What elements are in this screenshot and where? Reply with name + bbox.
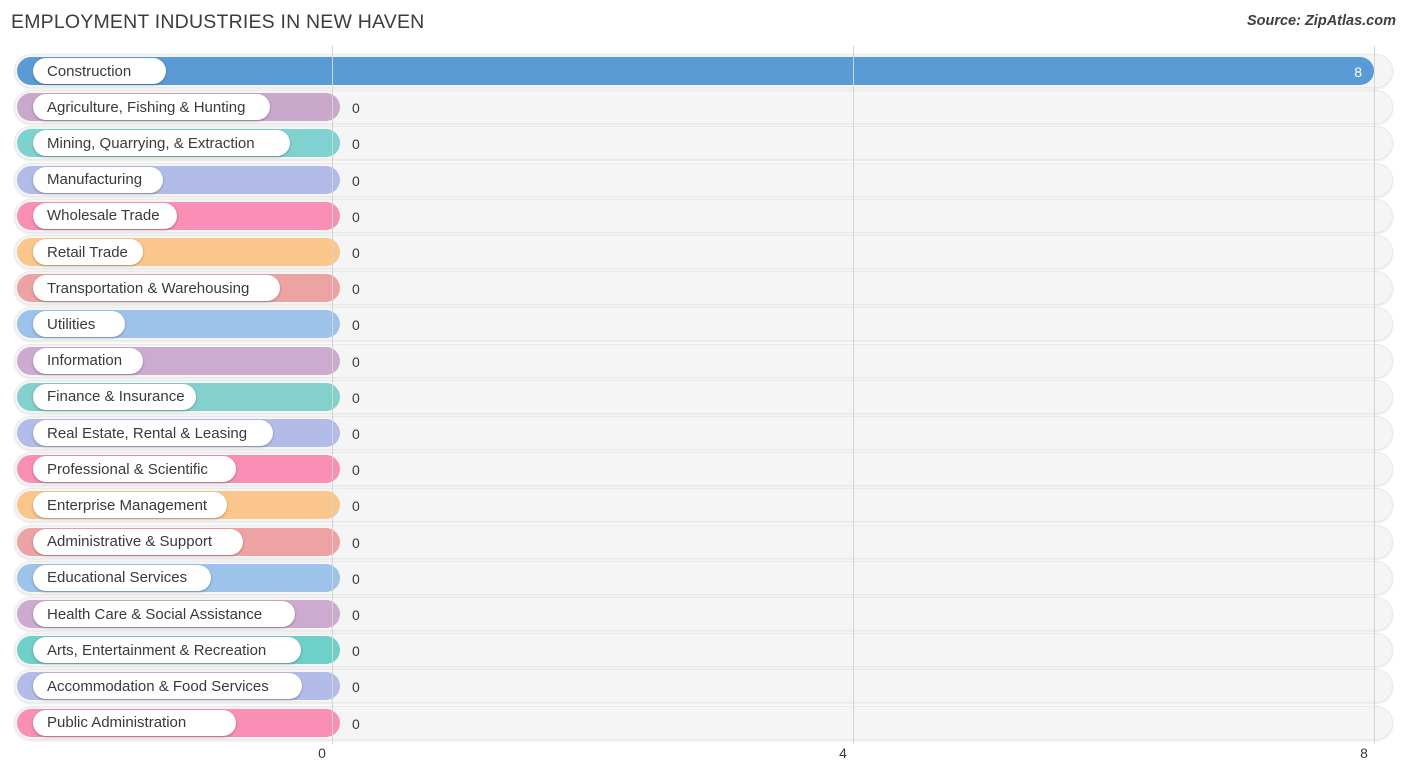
category-label: Utilities xyxy=(47,315,96,333)
category-label-pill: Wholesale Trade xyxy=(33,202,177,229)
bar-value-label: 0 xyxy=(352,172,360,189)
category-label-pill: Accommodation & Food Services xyxy=(33,673,302,700)
category-label-pill: Enterprise Management xyxy=(33,492,227,519)
category-label-pill: Mining, Quarrying, & Extraction xyxy=(33,130,290,157)
category-label-pill: Arts, Entertainment & Recreation xyxy=(33,637,301,664)
category-label-pill: Agriculture, Fishing & Hunting xyxy=(33,94,270,121)
bar-value-label: 0 xyxy=(352,570,360,587)
bar-value-label: 0 xyxy=(352,462,360,479)
chart-row: Public Administration 0 xyxy=(0,705,1406,740)
bar-value-label: 0 xyxy=(352,389,360,406)
bar-value-label: 0 xyxy=(352,607,360,623)
axis-tick-label: 4 xyxy=(839,745,847,761)
category-label: Wholesale Trade xyxy=(47,207,160,225)
chart-row: Transportation & Warehousing 0 xyxy=(0,271,1406,306)
category-label: Professional & Scientific xyxy=(47,460,208,478)
category-label: Agriculture, Fishing & Hunting xyxy=(47,98,246,116)
category-label: Information xyxy=(47,352,123,370)
axis-tick-mark xyxy=(1374,740,1375,744)
category-label: Public Administration xyxy=(47,714,187,732)
bar-value-label: 0 xyxy=(352,208,360,225)
chart-row: Professional & Scientific 0 xyxy=(0,452,1406,487)
category-label: Real Estate, Rental & Leasing xyxy=(47,424,248,442)
chart-row: Health Care & Social Assistance 0 xyxy=(0,597,1406,631)
x-axis: 0 4 8 xyxy=(0,740,1406,776)
axis-tick-mark xyxy=(853,740,854,744)
category-label: Retail Trade xyxy=(47,243,128,261)
category-label-pill: Manufacturing xyxy=(33,166,163,193)
bar-value-label: 8 xyxy=(1354,64,1362,80)
category-label-pill: Information xyxy=(33,347,143,374)
page-title: EMPLOYMENT INDUSTRIES IN NEW HAVEN xyxy=(11,11,425,33)
category-label: Arts, Entertainment & Recreation xyxy=(47,641,267,659)
category-label: Manufacturing xyxy=(47,171,143,189)
bar-value-label: 0 xyxy=(352,679,360,696)
category-label: Mining, Quarrying, & Extraction xyxy=(47,134,255,152)
value-bar xyxy=(17,57,1374,85)
bar-value-label: 0 xyxy=(352,100,360,117)
chart-row: Construction 8 xyxy=(0,54,1406,88)
chart-row: Arts, Entertainment & Recreation 0 xyxy=(0,633,1406,668)
category-label: Enterprise Management xyxy=(47,496,208,514)
chart-row: Educational Services 0 xyxy=(0,560,1406,595)
chart-row: Utilities 0 xyxy=(0,307,1406,342)
category-label-pill: Educational Services xyxy=(33,564,211,591)
category-label: Construction xyxy=(47,62,132,80)
category-label-pill: Public Administration xyxy=(33,709,236,736)
category-label-pill: Professional & Scientific xyxy=(33,456,236,483)
category-label-pill: Construction xyxy=(33,58,166,84)
gridline-8 xyxy=(1374,46,1375,740)
category-label-pill: Utilities xyxy=(33,311,125,338)
chart-row: Administrative & Support 0 xyxy=(0,524,1406,559)
category-label: Transportation & Warehousing xyxy=(47,279,250,297)
category-label: Accommodation & Food Services xyxy=(47,677,269,695)
category-label-pill: Real Estate, Rental & Leasing xyxy=(33,420,273,446)
chart-row: Agriculture, Fishing & Hunting 0 xyxy=(0,90,1406,125)
gridline-0 xyxy=(332,46,333,740)
bar-value-label: 0 xyxy=(352,426,360,442)
bar-value-label: 0 xyxy=(352,534,360,551)
bar-value-label: 0 xyxy=(352,317,360,334)
chart-header: EMPLOYMENT INDUSTRIES IN NEW HAVEN Sourc… xyxy=(0,0,1406,46)
category-label-pill: Administrative & Support xyxy=(33,528,243,555)
category-label: Educational Services xyxy=(47,569,188,587)
chart-row: Enterprise Management 0 xyxy=(0,488,1406,523)
axis-tick-label: 8 xyxy=(1360,745,1368,761)
chart-row: Wholesale Trade 0 xyxy=(0,198,1406,233)
category-label-pill: Transportation & Warehousing xyxy=(33,275,280,302)
axis-tick-mark xyxy=(332,740,333,744)
source-attribution: Source: ZipAtlas.com xyxy=(1246,13,1396,29)
category-label-pill: Finance & Insurance xyxy=(33,383,196,410)
category-label-pill: Retail Trade xyxy=(33,239,143,265)
gridline-4 xyxy=(853,46,854,740)
chart-row: Information 0 xyxy=(0,343,1406,378)
chart-row: Finance & Insurance 0 xyxy=(0,379,1406,414)
category-label: Finance & Insurance xyxy=(47,388,185,406)
category-label: Administrative & Support xyxy=(47,533,213,551)
category-label-pill: Health Care & Social Assistance xyxy=(33,601,295,627)
chart-row: Retail Trade 0 xyxy=(0,235,1406,269)
axis-tick-label: 0 xyxy=(318,745,326,761)
chart-plot-area: Construction 8 Agriculture, Fishing & Hunt… xyxy=(0,46,1406,740)
bar-value-label: 0 xyxy=(352,353,360,370)
chart-row: Mining, Quarrying, & Extraction 0 xyxy=(0,126,1406,161)
chart-row: Manufacturing 0 xyxy=(0,162,1406,197)
chart-row: Real Estate, Rental & Leasing 0 xyxy=(0,416,1406,450)
category-label: Health Care & Social Assistance xyxy=(47,605,263,623)
bar-value-label: 0 xyxy=(352,498,360,515)
bar-value-label: 0 xyxy=(352,715,360,732)
bar-value-label: 0 xyxy=(352,245,360,261)
chart-row: Accommodation & Food Services 0 xyxy=(0,669,1406,704)
bar-value-label: 0 xyxy=(352,281,360,298)
bar-value-label: 0 xyxy=(352,136,360,153)
bar-value-label: 0 xyxy=(352,643,360,660)
